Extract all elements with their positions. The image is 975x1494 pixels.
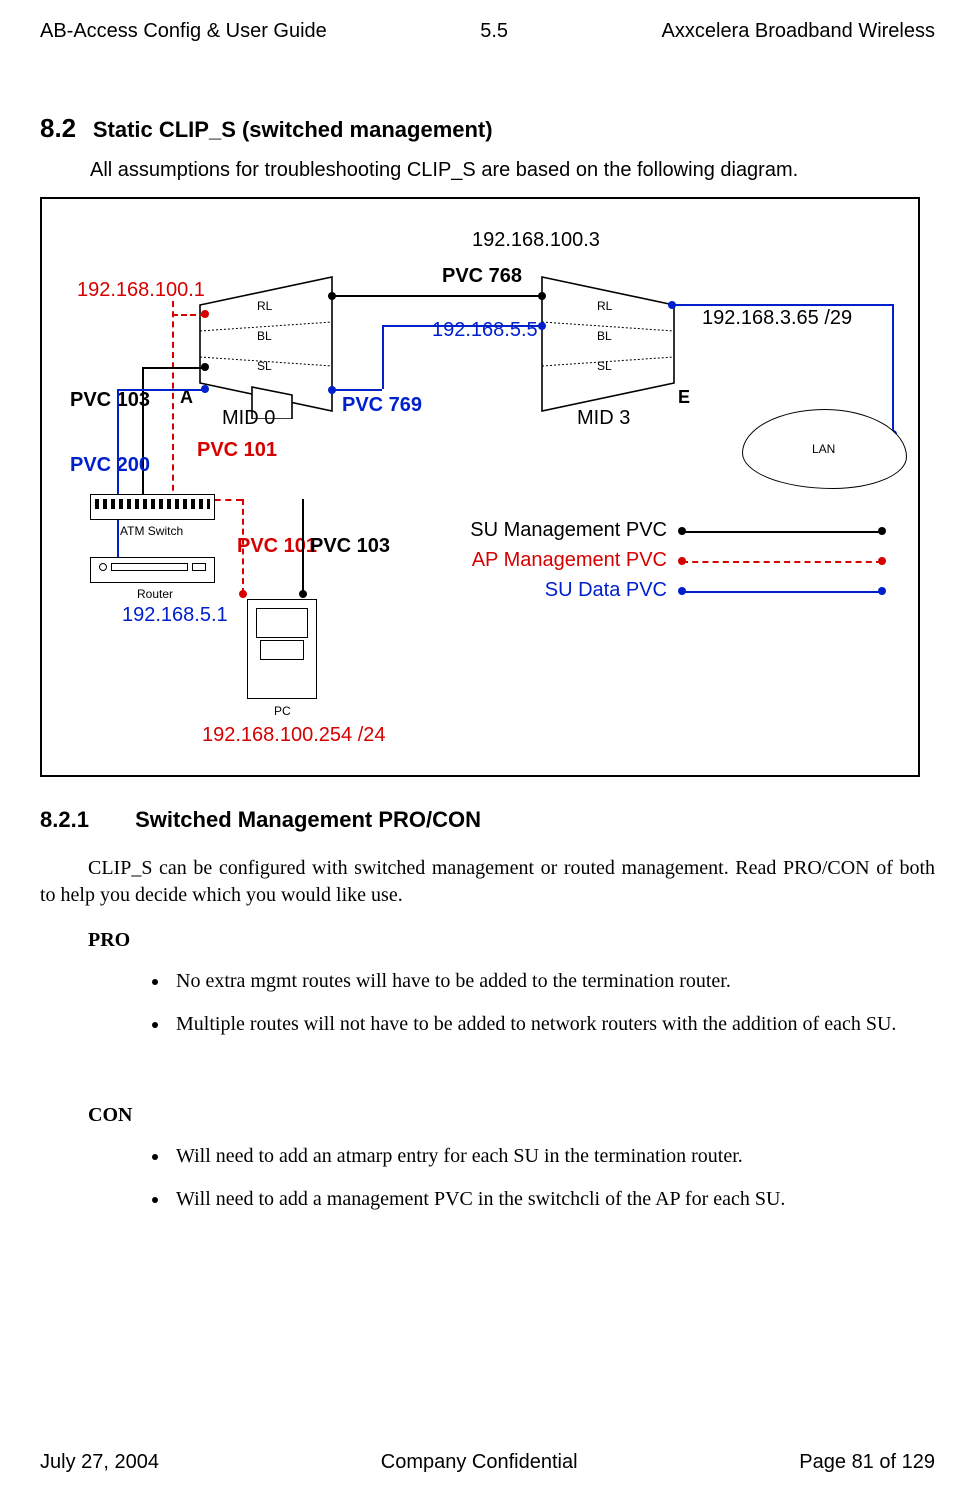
- ap-mgmt-b: [172, 301, 174, 501]
- page-footer: July 27, 2004 Company Confidential Page …: [40, 1451, 935, 1474]
- pvc-101-bottom-label: PVC 101: [237, 535, 317, 557]
- dot-pvc769-su: [538, 322, 546, 330]
- dot-pvc768-right: [538, 292, 546, 300]
- pvc-103-right-label: PVC 103: [310, 535, 390, 557]
- lan-label: LAN: [812, 442, 835, 456]
- line-lan-b: [892, 304, 894, 434]
- ap-mid: MID 0: [222, 407, 275, 430]
- su-bl-label: BL: [597, 329, 612, 343]
- header-right: Axxcelera Broadband Wireless: [662, 20, 935, 43]
- legend-ap-mgmt-dot-r: [878, 557, 886, 565]
- line-pvc769-a: [332, 389, 382, 391]
- su-node: [532, 269, 682, 419]
- pvc-768-label: PVC 768: [442, 265, 522, 288]
- dot-pvc768-left: [328, 292, 336, 300]
- pc-device: [247, 599, 317, 699]
- line-pvc768: [332, 295, 542, 297]
- dot-sumgmt-pc: [299, 590, 307, 598]
- su-letter: E: [678, 387, 690, 408]
- legend-su-data-line: [682, 591, 882, 593]
- section-heading: 8.2 Static CLIP_S (switched management): [40, 113, 935, 144]
- su-data-a: [117, 389, 205, 391]
- pro-list: No extra mgmt routes will have to be add…: [40, 968, 935, 1038]
- pc-label: PC: [274, 704, 291, 718]
- router-label: Router: [137, 587, 173, 601]
- con-heading: CON: [88, 1104, 935, 1127]
- pro-item: No extra mgmt routes will have to be add…: [170, 968, 935, 995]
- pro-heading: PRO: [88, 929, 935, 952]
- dot-pvc769-ap: [328, 386, 336, 394]
- footer-right: Page 81 of 129: [799, 1451, 935, 1474]
- footer-left: July 27, 2004: [40, 1451, 159, 1474]
- su-mgmt-b: [142, 367, 144, 501]
- ip-ap-rl: 192.168.100.1: [77, 279, 205, 302]
- legend-su-data-label: SU Data PVC: [457, 579, 667, 602]
- su-sl-label: SL: [597, 359, 612, 373]
- ip-router: 192.168.5.1: [122, 604, 228, 627]
- page: AB-Access Config & User Guide 5.5 Axxcel…: [0, 0, 975, 1494]
- footer-center: Company Confidential: [381, 1451, 578, 1474]
- page-header: AB-Access Config & User Guide 5.5 Axxcel…: [40, 0, 935, 43]
- pvc-101-top-label: PVC 101: [197, 439, 277, 461]
- legend-su-mgmt-label: SU Management PVC: [457, 519, 667, 542]
- legend-su-mgmt-dot-r: [878, 527, 886, 535]
- ap-mgmt-a: [172, 314, 205, 316]
- con-item: Will need to add an atmarp entry for eac…: [170, 1143, 935, 1170]
- section-number: 8.2: [40, 113, 76, 143]
- con-item: Will need to add a management PVC in the…: [170, 1186, 935, 1213]
- con-list: Will need to add an atmarp entry for eac…: [40, 1143, 935, 1213]
- legend-su-data-dot-r: [878, 587, 886, 595]
- subsection-number: 8.2.1: [40, 807, 89, 832]
- ip-su-top: 192.168.100.3: [472, 229, 600, 252]
- legend-ap-mgmt-label: AP Management PVC: [457, 549, 667, 572]
- su-rl-label: RL: [597, 299, 612, 313]
- dot-ap-pc: [239, 590, 247, 598]
- su-mid: MID 3: [577, 407, 630, 430]
- line-pvc769-b: [382, 325, 384, 389]
- network-diagram: RL BL SL A MID 0 RL BL SL E MID 3 192.16…: [40, 197, 920, 777]
- legend-su-mgmt-line: [682, 531, 882, 533]
- atm-switch: [90, 494, 215, 520]
- su-data-b: [117, 389, 119, 569]
- section-title: Static CLIP_S (switched management): [93, 117, 493, 142]
- subsection-title: Switched Management PRO/CON: [135, 807, 481, 832]
- header-left: AB-Access Config & User Guide: [40, 20, 327, 43]
- pvc-200-label: PVC 200: [70, 454, 150, 476]
- pro-item: Multiple routes will not have to be adde…: [170, 1011, 935, 1038]
- ip-pc: 192.168.100.254 /24: [202, 724, 386, 747]
- su-mgmt-a: [142, 367, 205, 369]
- ap-node: [192, 269, 342, 419]
- ap-sl-label: SL: [257, 359, 272, 373]
- header-center: 5.5: [480, 20, 508, 43]
- line-lan-a: [672, 304, 892, 306]
- ip-su-data: 192.168.5.5: [432, 319, 538, 342]
- su-mgmt-d: [302, 499, 304, 594]
- atm-switch-label: ATM Switch: [120, 524, 183, 538]
- ap-rl-label: RL: [257, 299, 272, 313]
- section-intro: All assumptions for troubleshooting CLIP…: [90, 159, 935, 182]
- subsection-para: CLIP_S can be configured with switched m…: [40, 855, 935, 909]
- ap-bl-label: BL: [257, 329, 272, 343]
- pvc-769-label: PVC 769: [342, 394, 422, 417]
- router-device: [90, 557, 215, 583]
- pvc-103-left-label: PVC 103: [70, 389, 150, 411]
- dot-lan-su: [668, 301, 676, 309]
- ip-lan: 192.168.3.65 /29: [702, 307, 852, 330]
- subsection-heading: 8.2.1 Switched Management PRO/CON: [40, 807, 935, 833]
- legend-ap-mgmt-line: [682, 561, 882, 563]
